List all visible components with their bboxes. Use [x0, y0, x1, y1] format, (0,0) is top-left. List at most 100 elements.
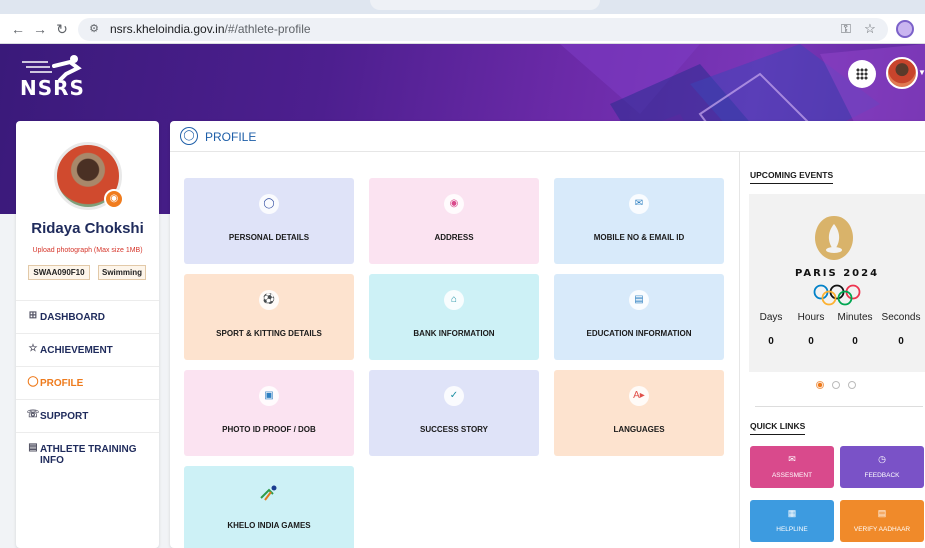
sidebar-item-label: SUPPORT [40, 411, 89, 422]
sidebar-item-label: DASHBOARD [40, 312, 105, 323]
bookmark-star-icon[interactable]: ☆ [860, 19, 880, 39]
tile-label: SPORT & KITTING DETAILS [216, 329, 322, 338]
nsrs-logo[interactable]: NSRS [20, 54, 90, 100]
khelo-india-logo-icon [259, 482, 279, 502]
document-icon: ▤ [877, 508, 887, 518]
sidebar-item-label: ATHLETE TRAINING INFO [40, 444, 137, 466]
site-settings-icon[interactable]: ⚙ [86, 21, 102, 37]
logo-text: NSRS [20, 76, 85, 100]
tile-bank-information[interactable]: ⌂ BANK INFORMATION [369, 274, 539, 360]
sidebar-item-support[interactable]: ☏ SUPPORT [16, 399, 159, 432]
sidebar-item-profile[interactable]: ◯ PROFILE [16, 366, 159, 399]
url-text[interactable]: nsrs.kheloindia.gov.in/#/athlete-profile [110, 22, 311, 36]
upload-photo-note: Upload photograph (Max size 1MB) [32, 247, 143, 254]
address-bar[interactable]: ⚙ nsrs.kheloindia.gov.in/#/athlete-profi… [78, 18, 888, 41]
tile-mobile-email[interactable]: ✉ MOBILE NO & EMAIL ID [554, 178, 724, 264]
event-card[interactable]: PARIS 2024 Days Hours Minutes Seconds 0 … [749, 194, 925, 372]
apps-grid-icon [856, 68, 868, 80]
tile-address[interactable]: ◉ ADDRESS [369, 178, 539, 264]
tile-label: PHOTO ID PROOF / DOB [222, 425, 316, 434]
tile-label: BANK INFORMATION [413, 329, 495, 338]
mail-icon: ✉ [629, 194, 649, 214]
column-divider [739, 152, 740, 548]
countdown-minutes-label: Minutes [837, 312, 873, 323]
quick-links-title: QUICK LINKS [750, 421, 806, 435]
countdown-seconds-value: 0 [898, 336, 904, 347]
browser-tabstrip [0, 0, 925, 14]
quick-link-label: HELPLINE [776, 526, 808, 533]
quick-link-feedback[interactable]: ◷ FEEDBACK [840, 446, 924, 488]
profile-header: ◯ PROFILE [170, 121, 925, 152]
translate-icon: A▸ [629, 386, 649, 406]
image-icon: ▣ [259, 386, 279, 406]
clock-icon: ◷ [878, 454, 886, 464]
carousel-dot-1[interactable] [816, 381, 824, 389]
back-arrow-icon[interactable]: ← [8, 19, 28, 39]
tile-label: LANGUAGES [613, 425, 665, 434]
user-avatar-button[interactable] [886, 57, 918, 89]
quick-link-label: ASSESMENT [771, 472, 813, 479]
quick-link-label: VERIFY AADHAAR [853, 526, 911, 533]
sidebar-item-achievement[interactable]: ☆ ACHIEVEMENT [16, 333, 159, 366]
carousel-dot-3[interactable] [848, 381, 856, 389]
mail-icon: ✉ [788, 454, 796, 464]
tile-education-information[interactable]: ▤ EDUCATION INFORMATION [554, 274, 724, 360]
tile-label: KHELO INDIA GAMES [227, 521, 311, 530]
countdown-days-value: 0 [768, 336, 774, 347]
active-tab[interactable] [370, 0, 600, 10]
password-key-icon[interactable]: ⚿ [836, 19, 856, 39]
tile-photo-id-dob[interactable]: ▣ PHOTO ID PROOF / DOB [184, 370, 354, 456]
url-host: nsrs.kheloindia.gov.in [110, 22, 225, 36]
apps-grid-button[interactable] [848, 60, 876, 88]
quick-link-assesment[interactable]: ✉ ASSESMENT [750, 446, 834, 488]
countdown-hours-label: Hours [797, 312, 825, 323]
tile-khelo-india-games[interactable]: KHELO INDIA GAMES [184, 466, 354, 548]
athlete-id-badge: SWAA090F10 [28, 265, 90, 280]
book-icon: ▤ [629, 290, 649, 310]
tile-label: EDUCATION INFORMATION [586, 329, 692, 338]
sidebar-item-athlete-training-info[interactable]: ▤ ATHLETE TRAINING INFO [16, 432, 159, 466]
camera-icon[interactable]: ◉ [104, 189, 124, 209]
forward-arrow-icon[interactable]: → [30, 19, 50, 39]
profile-panel: ◯ PROFILE ◯ PERSONAL DETAILS ◉ ADDRESS ✉… [170, 121, 925, 548]
location-pin-icon: ◉ [444, 194, 464, 214]
event-name: PARIS 2024 [794, 268, 880, 279]
support-icon: ☏ [26, 409, 40, 420]
countdown-hours-value: 0 [808, 336, 814, 347]
tile-label: MOBILE NO & EMAIL ID [593, 233, 685, 242]
ball-icon: ⚽ [259, 290, 279, 310]
quick-link-helpline[interactable]: ▦ HELPLINE [750, 500, 834, 542]
sidebar-item-label: PROFILE [40, 378, 84, 389]
tile-languages[interactable]: A▸ LANGUAGES [554, 370, 724, 456]
quick-link-verify-aadhaar[interactable]: ▤ VERIFY AADHAAR [840, 500, 924, 542]
training-icon: ▤ [28, 442, 38, 453]
carousel-dot-2[interactable] [832, 381, 840, 389]
countdown-seconds-label: Seconds [881, 312, 921, 323]
sport-badge: Swimming [98, 265, 146, 280]
grid-icon: ⊞ [28, 310, 38, 321]
trophy-icon: ☆ [28, 343, 38, 354]
user-circle-icon: ◯ [180, 127, 198, 145]
paris-2024-emblem-icon [811, 214, 857, 262]
user-icon: ◯ [27, 376, 39, 387]
sidebar-item-label: ACHIEVEMENT [40, 345, 113, 356]
countdown-minutes-value: 0 [852, 336, 858, 347]
url-path: /#/athlete-profile [224, 22, 311, 36]
reload-icon[interactable]: ↻ [52, 19, 72, 39]
tile-label: PERSONAL DETAILS [228, 233, 310, 242]
chevron-down-icon[interactable]: ▼ [918, 68, 925, 77]
tile-sport-kitting[interactable]: ⚽ SPORT & KITTING DETAILS [184, 274, 354, 360]
athlete-name: Ridaya Chokshi [31, 220, 144, 237]
tile-personal-details[interactable]: ◯ PERSONAL DETAILS [184, 178, 354, 264]
olympic-rings-icon [813, 284, 861, 306]
upcoming-events-title: UPCOMING EVENTS [750, 170, 834, 184]
sidebar-item-dashboard[interactable]: ⊞ DASHBOARD [16, 300, 159, 333]
quick-link-label: FEEDBACK [864, 472, 900, 479]
person-icon: ◯ [259, 194, 279, 214]
athlete-card: ◉ Ridaya Chokshi Upload photograph (Max … [16, 121, 159, 548]
tile-success-story[interactable]: ✓ SUCCESS STORY [369, 370, 539, 456]
calendar-icon: ▦ [787, 508, 797, 518]
extension-icon[interactable] [896, 20, 914, 38]
tile-label: ADDRESS [434, 233, 474, 242]
page-title: PROFILE [205, 130, 257, 144]
